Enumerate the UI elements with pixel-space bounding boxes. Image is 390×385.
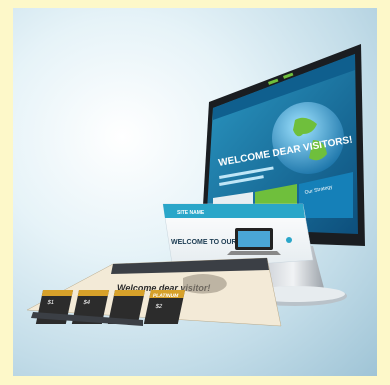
illustration-scene: WELCOME DEAR VISITORS! Our Strategy SITE… <box>13 8 377 376</box>
illustration: WELCOME DEAR VISITORS! Our Strategy SITE… <box>26 44 365 327</box>
image-frame: WELCOME DEAR VISITORS! Our Strategy SITE… <box>0 0 390 385</box>
site-brand: SITE NAME <box>177 210 205 216</box>
plan-name-4: PLATINUM <box>152 293 179 299</box>
pricing-page-sheet: Welcome dear visitor! $1 $4 PLATINUM $2 <box>26 257 282 327</box>
